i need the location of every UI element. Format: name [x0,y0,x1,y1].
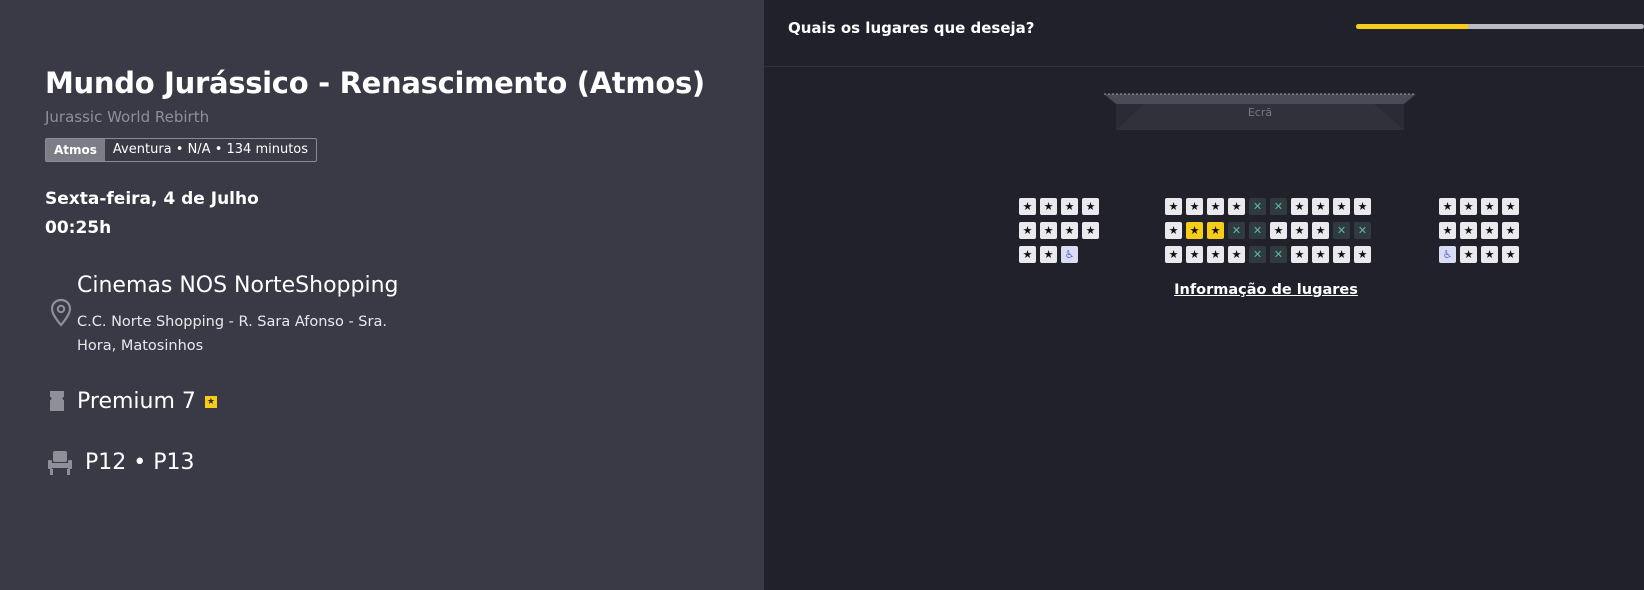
seat-available[interactable]: ★ [1333,198,1350,215]
seat-available[interactable]: ★ [1460,198,1477,215]
seat-occupied: ✕ [1354,222,1371,239]
seat-available[interactable]: ★ [1312,198,1329,215]
seat-occupied: ✕ [1249,198,1266,215]
room-name: Premium 7 ★ [77,389,217,414]
seat-available[interactable]: ★ [1207,246,1224,263]
seat-occupied: ✕ [1270,246,1287,263]
seat-available[interactable]: ★ [1186,198,1203,215]
seat-question: Quais os lugares que deseja? [788,19,1035,37]
booking-progress-bar [1356,24,1644,29]
seat-available[interactable]: ★ [1291,198,1308,215]
seat-available[interactable]: ★ [1502,246,1519,263]
seat-occupied: ✕ [1228,222,1245,239]
seat-available[interactable]: ★ [1354,198,1371,215]
seat-available[interactable]: ★ [1082,222,1099,239]
seat-available[interactable]: ★ [1040,246,1057,263]
ticket-icon [50,391,64,411]
movie-info: Aventura • N/A • 134 minutos [112,142,309,157]
format-badge: Atmos [46,139,105,161]
seat-selection-panel: Quais os lugares que deseja? Ecrã ★ ★ ★ ★ ★ ★… [764,0,1644,590]
session-time: 00:25h [45,218,112,238]
seat-info-link[interactable]: Informação de lugares [764,282,1644,298]
movie-title: Mundo Jurássico - Renascimento (Atmos) [45,66,705,100]
header-divider [764,66,1644,67]
location-pin-icon [50,298,72,327]
seat-selected[interactable]: ★ [1186,222,1203,239]
seat-available[interactable]: ★ [1291,246,1308,263]
cinema-address: C.C. Norte Shopping - R. Sara Afonso - S… [77,314,387,354]
seat-available[interactable]: ★ [1040,198,1057,215]
seat-available[interactable]: ★ [1270,222,1287,239]
seat-available[interactable]: ★ [1333,246,1350,263]
seat-available[interactable]: ★ [1228,246,1245,263]
seat-icon [48,451,72,475]
seat-available[interactable]: ★ [1228,198,1245,215]
seat-occupied: ✕ [1249,222,1266,239]
seat-available[interactable]: ★ [1502,198,1519,215]
room-label: Premium 7 [77,389,196,414]
seat-available[interactable]: ★ [1354,246,1371,263]
seat-available[interactable]: ★ [1040,222,1057,239]
seat-accessible[interactable]: ♿ [1439,246,1456,263]
seat-available[interactable]: ★ [1165,198,1182,215]
movie-tags: Atmos Aventura • N/A • 134 minutos [45,138,318,162]
seat-available[interactable]: ★ [1291,222,1308,239]
seat-available[interactable]: ★ [1061,198,1078,215]
seat-occupied: ✕ [1270,198,1287,215]
seat-available[interactable]: ★ [1312,246,1329,263]
selected-seats: P12 • P13 [85,450,195,475]
seat-available[interactable]: ★ [1312,222,1329,239]
screen-indicator: Ecrã [1104,92,1416,132]
booking-progress-fill [1356,24,1469,29]
seat-available[interactable]: ★ [1186,246,1203,263]
seat-available[interactable]: ★ [1481,246,1498,263]
seat-available[interactable]: ★ [1082,198,1099,215]
seat-available[interactable]: ★ [1061,222,1078,239]
seat-available[interactable]: ★ [1019,246,1036,263]
movie-original-title: Jurassic World Rebirth [45,108,210,126]
seat-available[interactable]: ★ [1460,246,1477,263]
seat-available[interactable]: ★ [1439,222,1456,239]
seat-available[interactable]: ★ [1439,198,1456,215]
seat-available[interactable]: ★ [1502,222,1519,239]
seat-accessible[interactable]: ♿ [1061,246,1078,263]
seat-selected[interactable]: ★ [1207,222,1224,239]
seat-available[interactable]: ★ [1481,222,1498,239]
premium-star-icon: ★ [204,395,217,408]
cinema-name: Cinemas NOS NorteShopping [77,273,399,298]
seat-occupied: ✕ [1333,222,1350,239]
session-date: Sexta-feira, 4 de Julho [45,189,259,209]
seat-available[interactable]: ★ [1019,198,1036,215]
seat-available[interactable]: ★ [1207,198,1224,215]
seat-occupied: ✕ [1249,246,1266,263]
seat-available[interactable]: ★ [1165,222,1182,239]
screen-label: Ecrã [1247,106,1273,119]
seat-available[interactable]: ★ [1481,198,1498,215]
seat-available[interactable]: ★ [1019,222,1036,239]
seat-available[interactable]: ★ [1460,222,1477,239]
session-summary-panel: Mundo Jurássico - Renascimento (Atmos) J… [0,0,764,590]
seat-available[interactable]: ★ [1165,246,1182,263]
